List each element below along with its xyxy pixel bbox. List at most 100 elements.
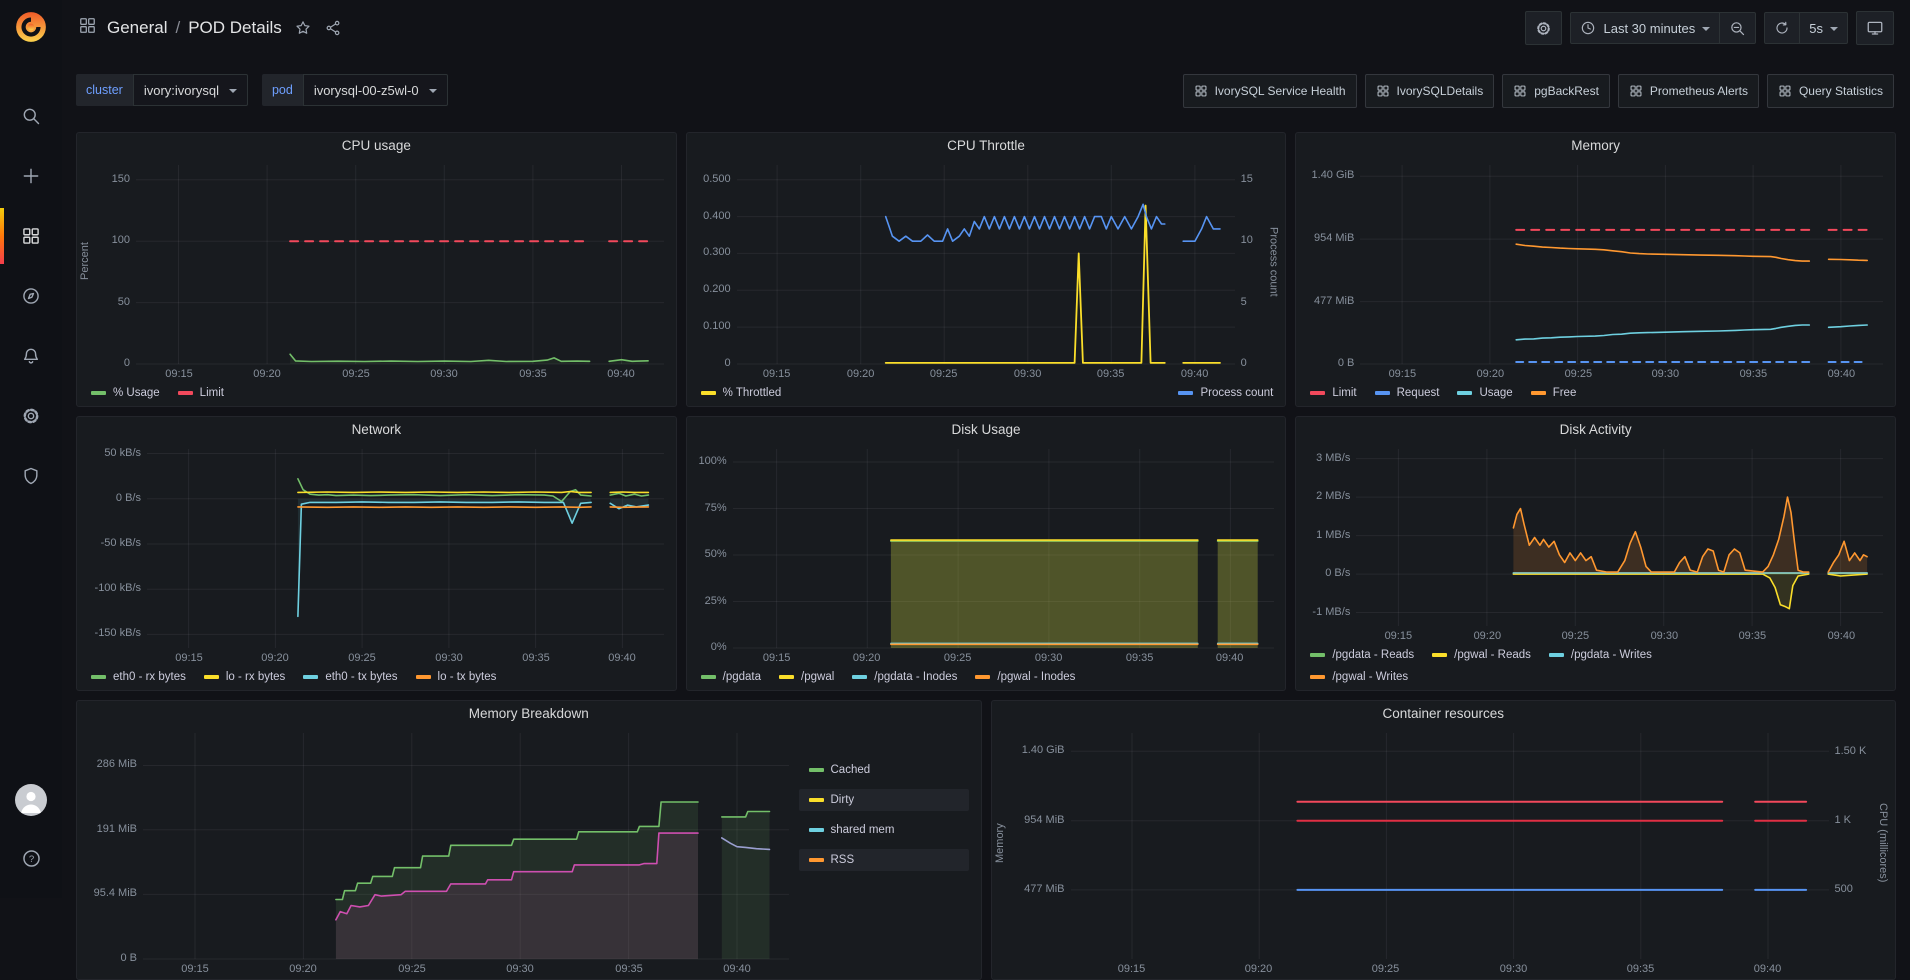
legend-item[interactable]: % Throttled [701,387,782,399]
legend-swatch [1310,675,1325,679]
legend-swatch [1531,391,1546,395]
panel-title[interactable]: Container resources [992,701,1896,727]
legend-item[interactable]: /pgwal - Reads [1432,649,1531,661]
legend-item[interactable]: eth0 - rx bytes [91,671,186,683]
y-axis-tick: 50 kB/s [79,447,141,459]
legend-swatch [178,391,193,395]
legend-item[interactable]: /pgdata - Writes [1549,649,1652,661]
chart-canvas[interactable]: 05010015009:1509:2009:2509:3009:3509:40P… [79,159,670,384]
time-range-picker[interactable]: Last 30 minutes [1571,13,1719,43]
alerting-bell-icon[interactable] [9,334,53,378]
legend-item[interactable]: /pgdata - Inodes [852,671,957,683]
chart-canvas[interactable]: 0 B95.4 MiB191 MiB286 MiB09:1509:2009:25… [79,727,795,979]
panel-title[interactable]: Disk Activity [1296,417,1895,443]
server-admin-shield-icon[interactable] [9,454,53,498]
sidebar-nav [9,94,53,514]
chevron-down-icon [229,89,237,93]
legend-item[interactable]: Dirty [799,789,969,811]
legend-item[interactable]: Limit [1310,387,1356,399]
legend-item[interactable]: Request [1375,387,1440,399]
y2-axis-tick: 1 K [1835,814,1852,826]
legend-item[interactable]: % Usage [91,387,160,399]
y-axis-tick: 1 MB/s [1298,529,1350,541]
y-axis-tick: 1.40 GiB [1298,169,1354,181]
panel-title[interactable]: Disk Usage [687,417,1286,443]
x-axis-tick: 09:25 [384,963,440,975]
share-icon[interactable] [324,19,342,37]
legend: Cached Dirty shared mem RSS [795,727,975,979]
panel-cpu-usage: CPU usage05010015009:1509:2009:2509:3009… [76,132,677,407]
configuration-gear-icon[interactable] [9,394,53,438]
sub-toolbar: cluster ivory:ivorysql pod ivorysql-00-z… [62,56,1910,108]
legend-item[interactable]: Free [1531,387,1577,399]
panel-title[interactable]: Network [77,417,676,443]
legend-swatch [1375,391,1390,395]
legend-item[interactable]: /pgwal [779,671,834,683]
y-axis-tick: 2 MB/s [1298,490,1350,502]
legend-item[interactable]: lo - tx bytes [416,671,497,683]
kiosk-mode-button[interactable] [1856,11,1894,45]
pod-select[interactable]: ivorysql-00-z5wl-0 [303,74,448,106]
chart-canvas[interactable]: 477 MiB954 MiB1.40 GiB5001 K1.50 K09:150… [994,727,1890,979]
legend-item[interactable]: Usage [1457,387,1512,399]
link-query-statistics[interactable]: Query Statistics [1767,74,1894,108]
chart-canvas[interactable]: 0%25%50%75%100%09:1509:2009:2509:3009:35… [689,443,1280,668]
link-prometheus-alerts[interactable]: Prometheus Alerts [1618,74,1759,108]
legend-item[interactable]: /pgwal - Writes [1310,671,1408,683]
breadcrumb-section[interactable]: General [107,18,167,38]
dashboard-settings-button[interactable] [1525,11,1562,45]
legend-item[interactable]: /pgdata [701,671,761,683]
legend-item[interactable]: lo - rx bytes [204,671,285,683]
search-icon[interactable] [9,94,53,138]
link-ivorysql-service-health[interactable]: IvorySQL Service Health [1183,74,1357,108]
legend-label: % Throttled [723,387,782,399]
x-axis-tick: 09:25 [930,652,986,664]
user-avatar[interactable] [15,784,47,816]
legend: /pgdata/pgwal/pgdata - Inodes/pgwal - In… [687,668,1286,690]
y2-axis-tick: 5 [1241,296,1247,308]
chart-canvas[interactable]: -150 kB/s-100 kB/s-50 kB/s0 B/s50 kB/s09… [79,443,670,668]
legend-label: /pgwal [801,671,834,683]
legend-item[interactable]: RSS [799,849,969,871]
panel-cpu-throttle: CPU Throttle00.1000.2000.3000.4000.50005… [686,132,1287,407]
y-axis-tick: 150 [94,173,130,185]
legend-label: Limit [200,387,224,399]
panel-title[interactable]: Memory Breakdown [77,701,981,727]
x-axis-tick: 09:25 [334,652,390,664]
create-plus-icon[interactable] [9,154,53,198]
zoom-out-button[interactable] [1720,13,1755,43]
x-axis-tick: 09:20 [1462,368,1518,380]
legend-label: /pgdata - Inodes [874,671,957,683]
chart-canvas[interactable]: -1 MB/s0 B/s1 MB/s2 MB/s3 MB/s09:1509:20… [1298,443,1889,646]
panel-title[interactable]: CPU usage [77,133,676,159]
legend-item[interactable]: Process count [1178,387,1273,399]
y-axis-tick: 0 B/s [1298,567,1350,579]
legend-item[interactable]: eth0 - tx bytes [303,671,397,683]
legend-item[interactable]: /pgdata - Reads [1310,649,1414,661]
refresh-interval-picker[interactable]: 5s [1800,13,1847,43]
star-icon[interactable] [294,19,312,37]
panel-title[interactable]: Memory [1296,133,1895,159]
panel-title[interactable]: CPU Throttle [687,133,1286,159]
y-axis-tick: 75% [689,502,727,514]
legend-item[interactable]: shared mem [799,819,969,841]
legend-swatch [204,675,219,679]
chart-canvas[interactable]: 00.1000.2000.3000.4000.50005101509:1509:… [689,159,1280,384]
explore-compass-icon[interactable] [9,274,53,318]
x-axis-tick: 09:20 [833,368,889,380]
legend-item[interactable]: Limit [178,387,224,399]
dashboards-grid-icon[interactable] [9,214,53,258]
x-axis-tick: 09:35 [508,652,564,664]
refresh-button[interactable] [1765,13,1799,43]
refresh-interval-label: 5s [1809,21,1823,36]
cluster-select[interactable]: ivory:ivorysql [133,74,248,106]
chart-canvas[interactable]: 0 B477 MiB954 MiB1.40 GiB09:1509:2009:25… [1298,159,1889,384]
legend-item[interactable]: Cached [799,759,969,781]
legend-item[interactable]: /pgwal - Inodes [975,671,1075,683]
help-icon[interactable]: ? [9,836,53,880]
legend: % Throttled Process count [687,384,1286,406]
x-axis-tick: 09:25 [1550,368,1606,380]
link-ivorysqldetails[interactable]: IvorySQLDetails [1365,74,1495,108]
link-pgbackrest[interactable]: pgBackRest [1502,74,1610,108]
grafana-logo[interactable] [14,10,48,44]
